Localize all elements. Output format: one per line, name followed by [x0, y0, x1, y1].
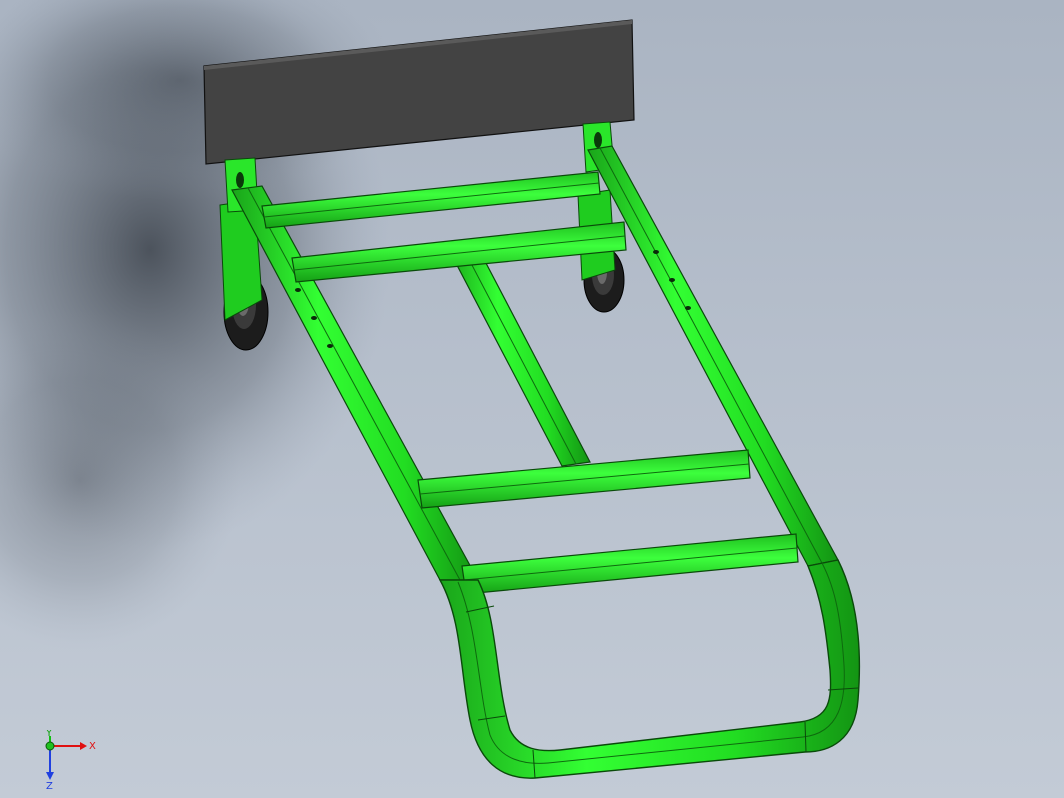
- x-axis-label: X: [89, 741, 96, 752]
- z-axis-arrow: [46, 772, 54, 780]
- left-axle-bracket[interactable]: [219, 157, 263, 321]
- right-axle-bracket[interactable]: [577, 121, 616, 281]
- hand-truck-model[interactable]: [0, 0, 1064, 798]
- right-frame-rail[interactable]: [587, 145, 839, 567]
- handle-loop[interactable]: [438, 559, 861, 779]
- graphics-viewport[interactable]: X Y Z: [0, 0, 1064, 798]
- cross-bar-4[interactable]: [461, 533, 799, 595]
- triad-origin: [45, 741, 55, 751]
- cross-bar-2[interactable]: [291, 221, 627, 283]
- x-axis-arrow: [80, 742, 87, 750]
- toe-plate[interactable]: [203, 19, 635, 165]
- center-spine[interactable]: [447, 243, 591, 467]
- y-axis-label: Y: [45, 730, 53, 739]
- cross-bar-1[interactable]: [261, 171, 601, 229]
- z-axis-label: Z: [46, 781, 53, 790]
- reference-triad: X Y Z: [45, 730, 96, 790]
